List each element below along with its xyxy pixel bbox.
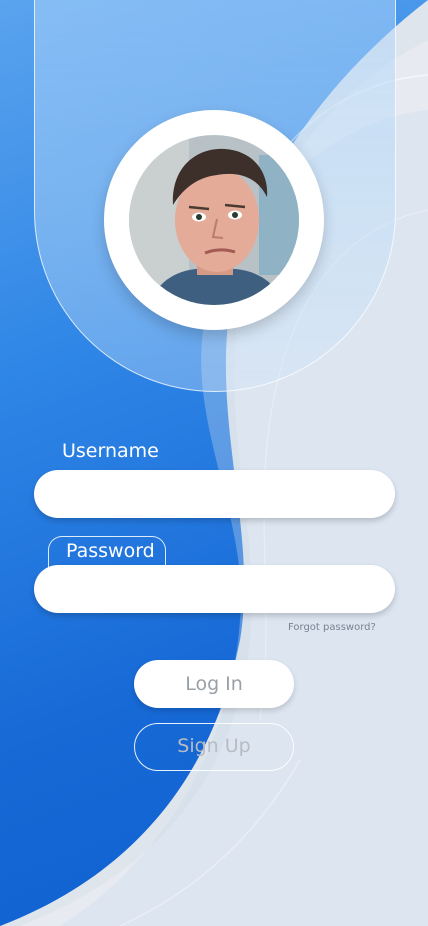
- forgot-password-link[interactable]: Forgot password?: [288, 622, 376, 633]
- avatar-photo: [129, 135, 299, 305]
- password-label: Password: [66, 540, 155, 562]
- password-input[interactable]: [34, 565, 395, 613]
- signup-button[interactable]: Sign Up: [134, 723, 294, 771]
- username-label: Username: [62, 440, 159, 462]
- avatar[interactable]: [129, 135, 299, 305]
- avatar-frame: [104, 110, 324, 330]
- username-input[interactable]: [34, 470, 395, 518]
- login-button[interactable]: Log In: [134, 660, 294, 708]
